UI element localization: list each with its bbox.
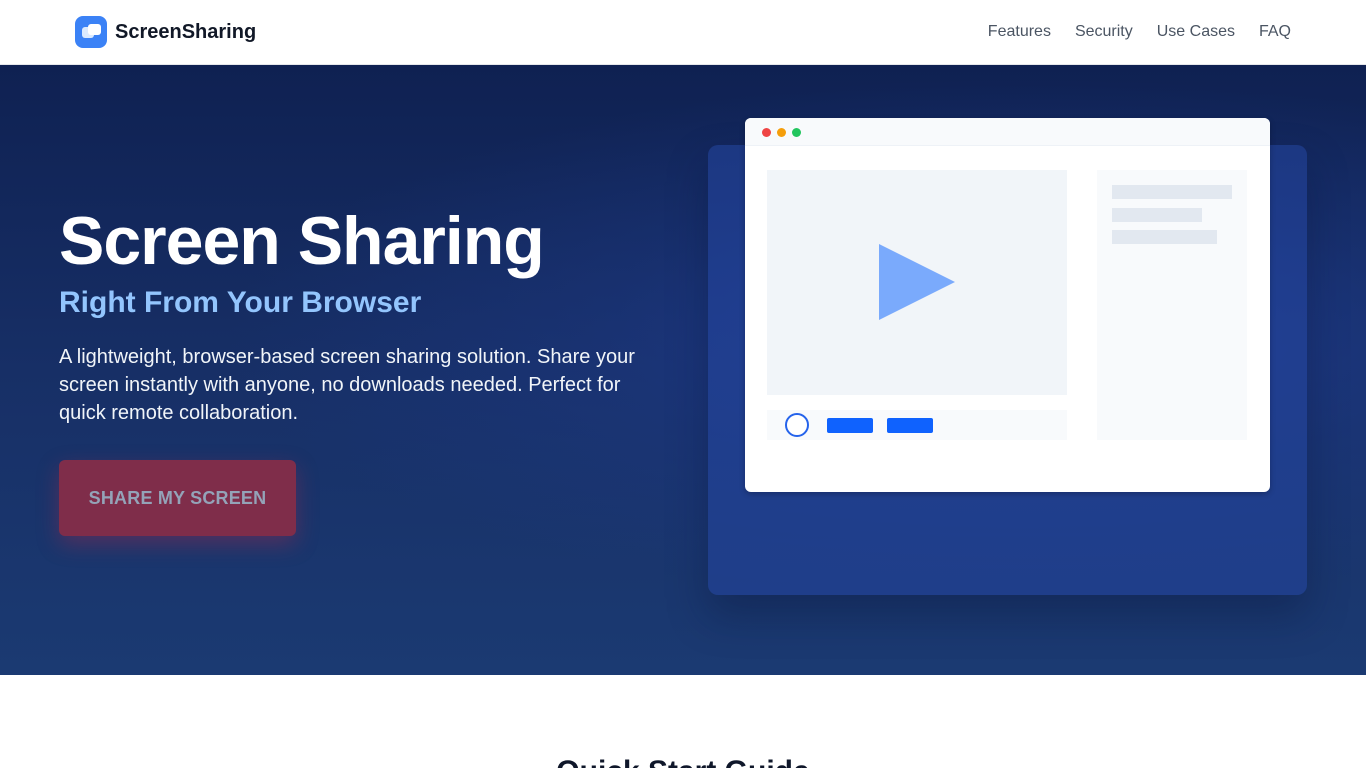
hero-subtitle: Right From Your Browser <box>59 286 422 319</box>
quick-start-title: Quick Start Guide <box>0 752 1366 768</box>
brand[interactable]: ScreenSharing <box>75 16 256 48</box>
nav-faq[interactable]: FAQ <box>1259 20 1291 44</box>
close-dot-icon <box>762 128 771 137</box>
nav-use-cases[interactable]: Use Cases <box>1157 20 1235 44</box>
share-screen-button[interactable]: SHARE MY SCREEN <box>59 460 296 536</box>
placeholder-line <box>1112 185 1232 199</box>
main-nav: Features Security Use Cases FAQ <box>988 20 1291 44</box>
mockup-control-bar <box>887 418 933 433</box>
maximize-dot-icon <box>792 128 801 137</box>
brand-name: ScreenSharing <box>115 20 257 43</box>
browser-mockup <box>745 118 1270 492</box>
screens-icon <box>75 16 107 48</box>
mockup-video-area <box>767 170 1067 395</box>
placeholder-line <box>1112 208 1202 222</box>
nav-security[interactable]: Security <box>1075 20 1133 44</box>
placeholder-line <box>1112 230 1217 244</box>
hero-description: A lightweight, browser-based screen shar… <box>59 346 635 424</box>
mockup-control-bar <box>827 418 873 433</box>
mockup-controls <box>767 410 1067 440</box>
record-circle-icon <box>785 413 809 437</box>
nav-features[interactable]: Features <box>988 20 1051 44</box>
mockup-sidebar <box>1097 170 1247 440</box>
mockup-titlebar <box>745 118 1270 146</box>
hero-title: Screen Sharing <box>59 203 545 279</box>
play-icon <box>879 244 955 320</box>
site-header: ScreenSharing Features Security Use Case… <box>0 0 1366 65</box>
minimize-dot-icon <box>777 128 786 137</box>
